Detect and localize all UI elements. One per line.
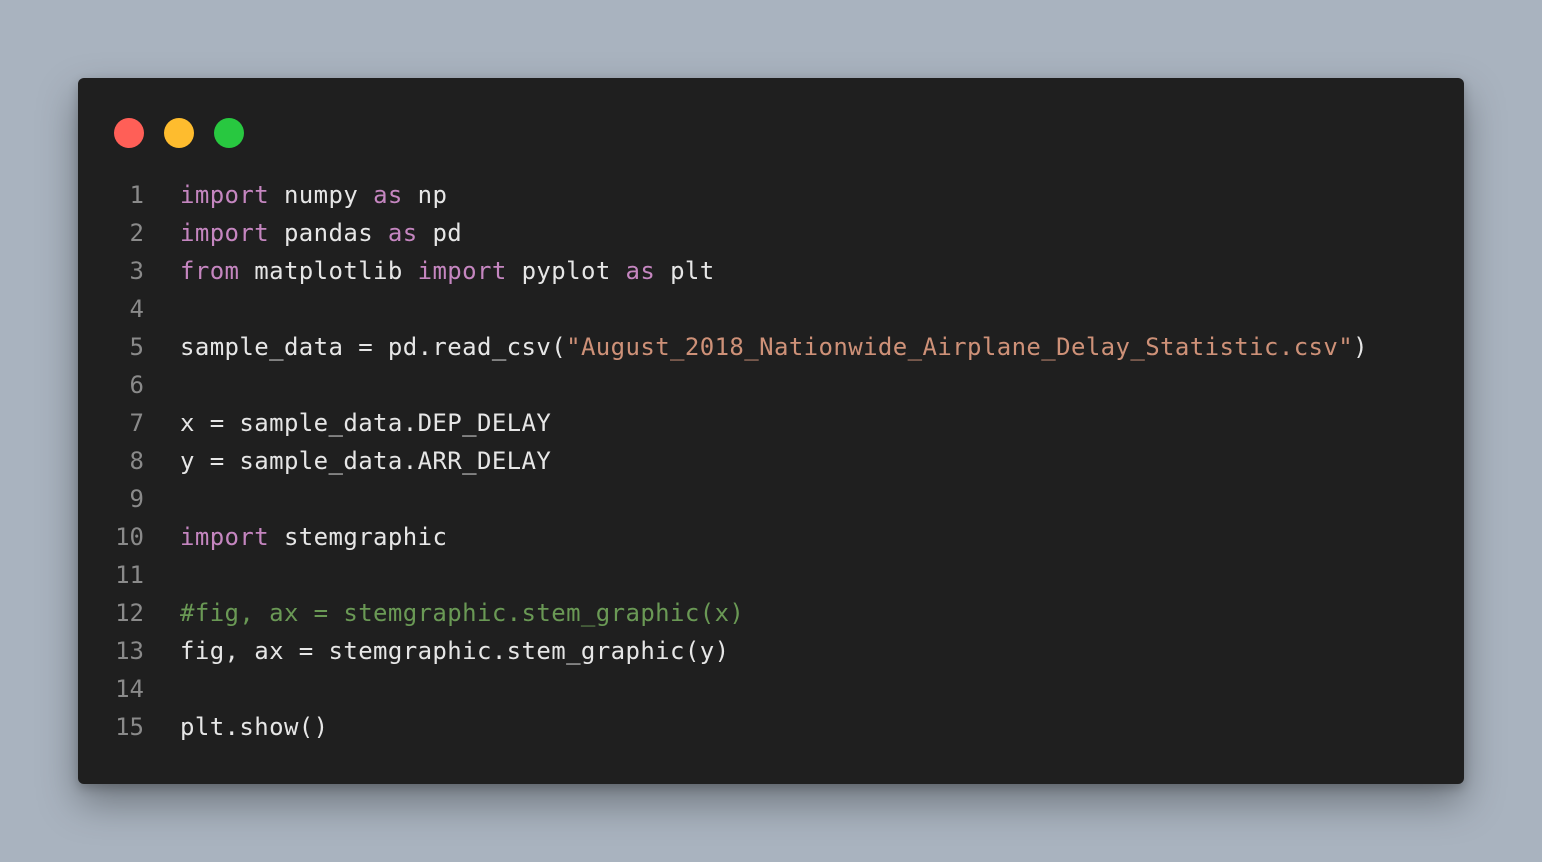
keyword-token: as	[387, 219, 418, 247]
line-number: 6	[129, 371, 144, 399]
keyword-token: from	[180, 257, 240, 285]
line-number: 14	[115, 675, 144, 703]
code-token: pandas	[269, 219, 388, 247]
code-text: import numpy as np	[180, 176, 447, 214]
code-line: 10 import stemgraphic	[78, 518, 1464, 556]
code-token: stemgraphic	[269, 523, 448, 551]
keyword-token: import	[180, 181, 270, 209]
code-token: y = sample_data.ARR_DELAY	[180, 447, 552, 475]
code-text: from matplotlib import pyplot as plt	[180, 252, 715, 290]
code-line: 9	[78, 480, 1464, 518]
line-number: 10	[115, 523, 144, 551]
code-line: 3 from matplotlib import pyplot as plt	[78, 252, 1464, 290]
code-text: import pandas as pd	[180, 214, 462, 252]
code-text: sample_data = pd.read_csv("August_2018_N…	[180, 328, 1368, 366]
code-token: sample_data = pd.read_csv(	[180, 333, 567, 361]
code-token: matplotlib	[239, 257, 418, 285]
keyword-token: import	[180, 219, 270, 247]
line-number: 13	[115, 637, 144, 665]
code-token: fig, ax = stemgraphic.stem_graphic(y)	[180, 637, 730, 665]
comment-token: #fig, ax = stemgraphic.stem_graphic(x)	[180, 599, 745, 627]
maximize-icon[interactable]	[214, 118, 244, 148]
code-token: pd	[417, 219, 463, 247]
code-line: 4	[78, 290, 1464, 328]
keyword-token: import	[180, 523, 270, 551]
close-icon[interactable]	[114, 118, 144, 148]
keyword-token: as	[625, 257, 656, 285]
code-token: plt.show()	[180, 713, 329, 741]
keyword-token: as	[373, 181, 403, 209]
code-token: plt	[655, 257, 715, 285]
code-token: np	[402, 181, 448, 209]
code-line: 8 y = sample_data.ARR_DELAY	[78, 442, 1464, 480]
code-text: x = sample_data.DEP_DELAY	[180, 404, 551, 442]
window-controls	[114, 118, 244, 148]
code-text: fig, ax = stemgraphic.stem_graphic(y)	[180, 632, 729, 670]
code-line: 15 plt.show()	[78, 708, 1464, 746]
code-line: 14	[78, 670, 1464, 708]
code-text: #fig, ax = stemgraphic.stem_graphic(x)	[180, 594, 744, 632]
code-line: 5 sample_data = pd.read_csv("August_2018_…	[78, 328, 1464, 366]
line-number: 15	[115, 713, 144, 741]
line-number: 11	[115, 561, 144, 589]
code-token: )	[1353, 333, 1368, 361]
code-text: y = sample_data.ARR_DELAY	[180, 442, 551, 480]
line-number: 2	[129, 219, 144, 247]
string-token: "August_2018_Nationwide_Airplane_Delay_S…	[566, 333, 1354, 361]
code-line: 13 fig, ax = stemgraphic.stem_graphic(y)	[78, 632, 1464, 670]
code-window: 1 import numpy as np 2 import pandas as pd 3…	[78, 78, 1464, 784]
code-line: 6	[78, 366, 1464, 404]
code-text: plt.show()	[180, 708, 329, 746]
line-number: 7	[129, 409, 144, 437]
line-number: 9	[129, 485, 144, 513]
line-number: 3	[129, 257, 144, 285]
keyword-token: import	[417, 257, 507, 285]
code-line: 7 x = sample_data.DEP_DELAY	[78, 404, 1464, 442]
code-line: 2 import pandas as pd	[78, 214, 1464, 252]
code-text: import stemgraphic	[180, 518, 447, 556]
code-token: numpy	[269, 181, 374, 209]
line-number: 5	[129, 333, 144, 361]
line-number: 12	[115, 599, 144, 627]
code-token: x = sample_data.DEP_DELAY	[180, 409, 552, 437]
code-line: 12 #fig, ax = stemgraphic.stem_graphic(x)	[78, 594, 1464, 632]
code-token: pyplot	[506, 257, 626, 285]
line-number: 1	[129, 181, 144, 209]
line-number: 8	[129, 447, 144, 475]
line-number: 4	[129, 295, 144, 323]
minimize-icon[interactable]	[164, 118, 194, 148]
code-line: 1 import numpy as np	[78, 176, 1464, 214]
code-editor: 1 import numpy as np 2 import pandas as pd 3…	[78, 176, 1464, 746]
code-line: 11	[78, 556, 1464, 594]
